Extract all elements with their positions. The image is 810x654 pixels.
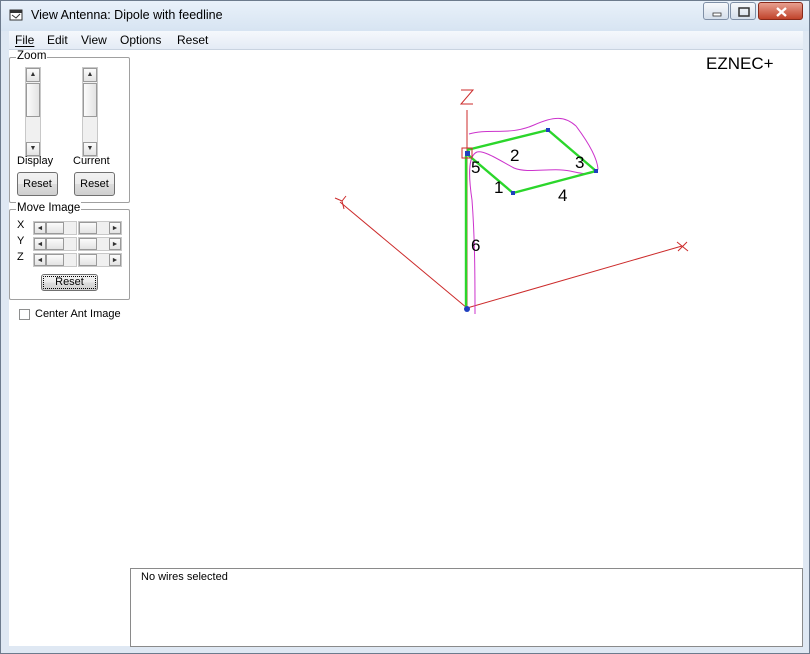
menu-bar: File Edit View Options Reset — [9, 31, 803, 50]
y-axis-line — [339, 201, 468, 309]
wire-4[interactable] — [512, 169, 597, 195]
maximize-button[interactable] — [730, 2, 756, 20]
client-area: Zoom ▲ ▼ ▲ ▼ Display Current Reset Reset… — [9, 50, 803, 647]
wire-label-3: 3 — [575, 153, 584, 172]
close-button[interactable] — [758, 2, 803, 20]
window-right-border — [803, 50, 809, 646]
wire-node — [511, 191, 515, 195]
wire-node — [546, 128, 550, 132]
wire-2[interactable] — [466, 128, 549, 152]
antenna-view-canvas[interactable]: 1 2 3 4 5 6 — [9, 50, 803, 568]
wire-label-4: 4 — [558, 186, 567, 205]
wire-node — [465, 151, 470, 156]
wire-selection-status-box: No wires selected — [130, 568, 803, 647]
title-bar[interactable]: View Antenna: Dipole with feedline — [1, 1, 809, 31]
menu-options[interactable]: Options — [120, 33, 161, 47]
wire-label-1: 1 — [494, 178, 503, 197]
menu-reset[interactable]: Reset — [177, 33, 208, 47]
wire-selection-status: No wires selected — [141, 571, 228, 583]
z-axis-label-glyph — [459, 89, 475, 105]
wire-node — [594, 169, 598, 173]
menu-file[interactable]: File — [15, 33, 34, 47]
wire-3[interactable] — [547, 129, 597, 172]
wire-label-6: 6 — [471, 236, 480, 255]
x-axis-line — [466, 245, 683, 309]
ground-node — [464, 306, 470, 312]
menu-edit[interactable]: Edit — [47, 33, 68, 47]
axes — [334, 89, 689, 309]
minimize-icon — [712, 12, 722, 17]
wire-number-labels: 1 2 3 4 5 6 — [471, 146, 584, 255]
eznec-window-icon — [9, 9, 23, 21]
maximize-icon — [738, 7, 750, 17]
view-antenna-window: View Antenna: Dipole with feedline File … — [0, 0, 810, 654]
minimize-button[interactable] — [703, 2, 729, 20]
window-title: View Antenna: Dipole with feedline — [31, 8, 223, 22]
wire-label-5: 5 — [471, 158, 480, 177]
menu-view[interactable]: View — [81, 33, 107, 47]
close-icon — [776, 7, 787, 17]
wire-label-2: 2 — [510, 146, 519, 165]
radiation-pattern-trace — [468, 117, 599, 315]
